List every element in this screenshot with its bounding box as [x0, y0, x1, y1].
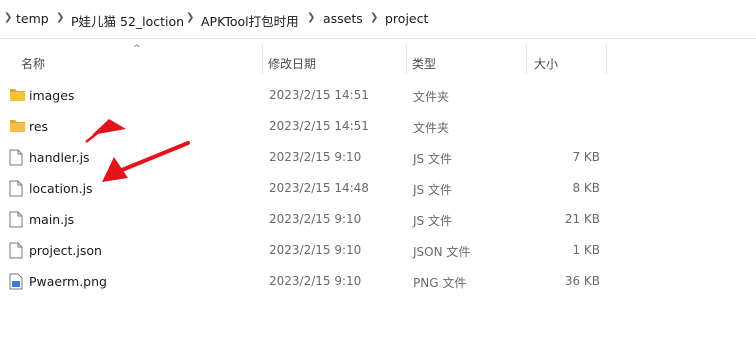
red-arrow-icon [85, 119, 126, 143]
red-arrow-icon [102, 141, 190, 182]
annotation-arrows [85, 119, 190, 182]
